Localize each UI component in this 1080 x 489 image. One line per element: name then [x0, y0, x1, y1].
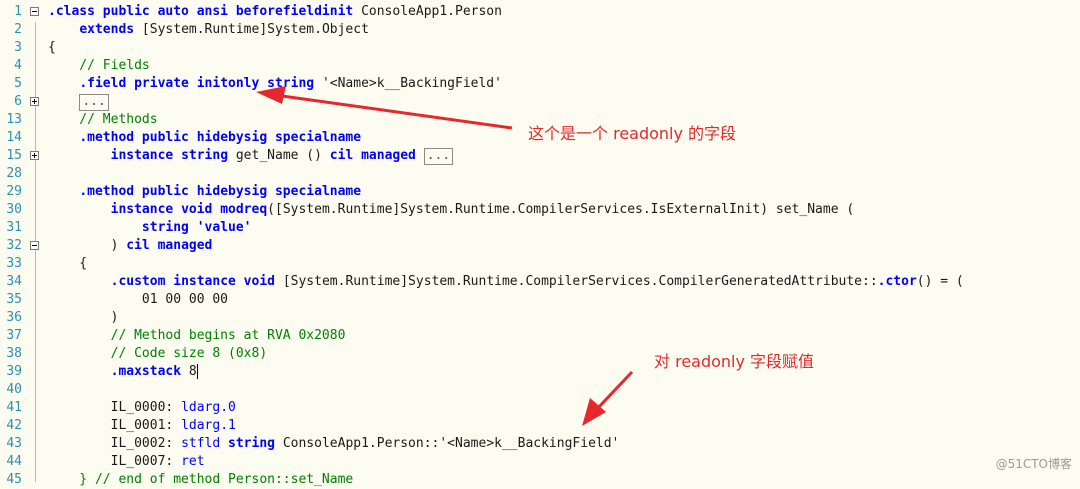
- annotation-readonly-field: 这个是一个 readonly 的字段: [528, 124, 737, 143]
- annotation-assign-readonly: 对 readonly 字段赋值: [654, 352, 815, 371]
- annotation-arrows: [256, 86, 634, 426]
- watermark: @51CTO博客: [995, 457, 1072, 471]
- arrow-to-field: [256, 86, 513, 130]
- arrow-to-stfld: [582, 370, 634, 426]
